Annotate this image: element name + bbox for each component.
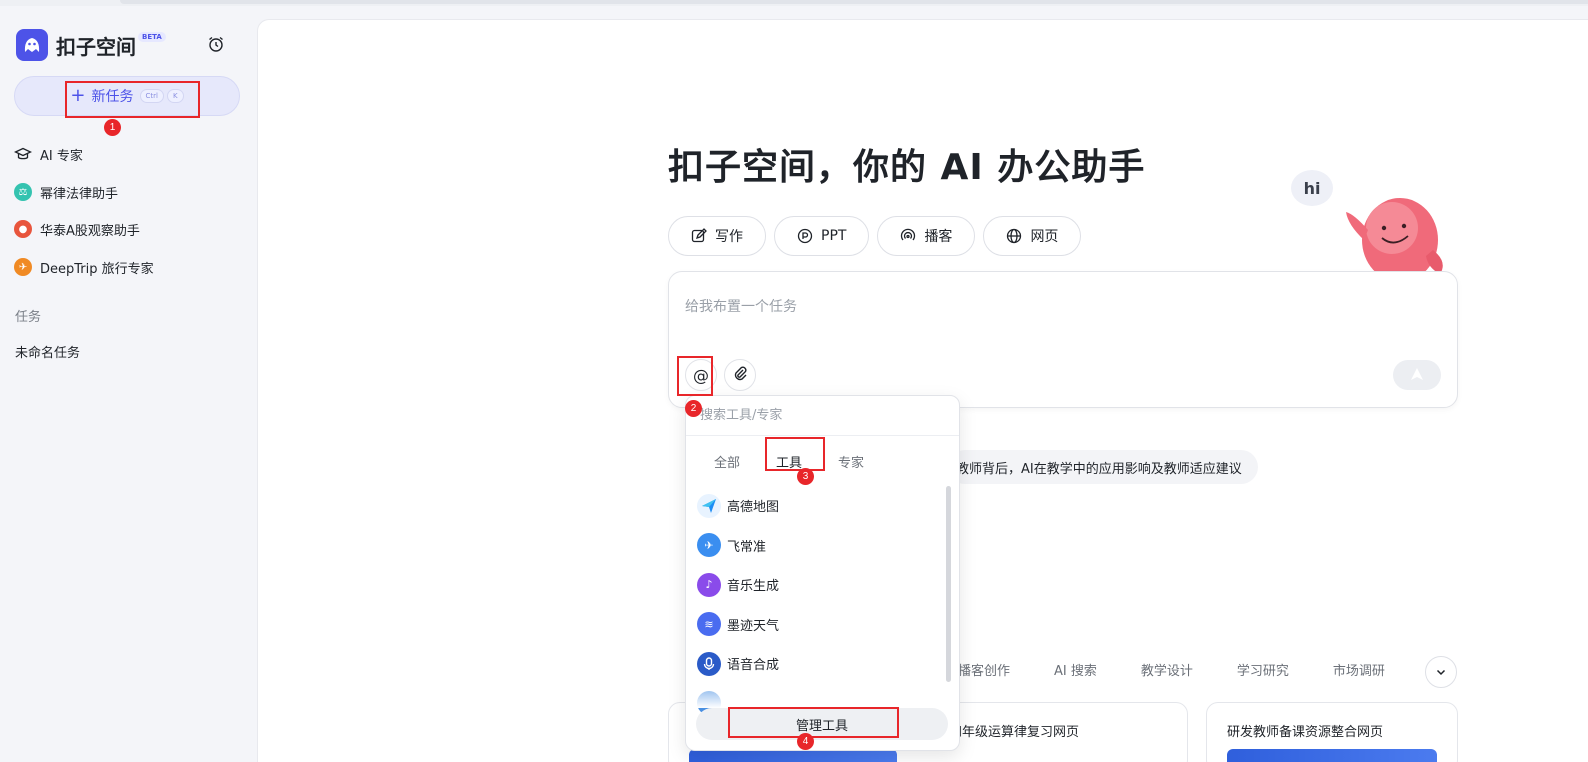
send-button[interactable] [1393, 360, 1441, 390]
chevron-down-icon [1435, 663, 1447, 682]
sidebar-item-label: 华泰A股观察助手 [40, 223, 140, 239]
write-icon [691, 228, 707, 244]
annotation-number-2: 2 [685, 400, 702, 417]
expand-categories-button[interactable] [1425, 656, 1457, 688]
legal-assistant-icon: ⚖ [14, 183, 32, 201]
annotation-box-2 [677, 356, 713, 396]
annotation-number-4: 4 [797, 733, 814, 750]
sidebar-item-legal-assistant[interactable]: ⚖ 幂律法律助手 [14, 180, 118, 204]
globe-icon [1006, 228, 1022, 244]
task-item-untitled[interactable]: 未命名任务 [15, 342, 80, 361]
example-card-2[interactable]: 研发教师备课资源整合网页 [1206, 702, 1458, 762]
dropdown-scrollbar[interactable] [946, 486, 951, 682]
podcast-icon [900, 228, 916, 244]
mascot-greeting-bubble: hi [1291, 170, 1333, 206]
annotation-box-3 [765, 437, 825, 471]
alarm-clock-icon[interactable] [206, 34, 226, 54]
stock-assistant-icon: ● [14, 220, 32, 238]
task-input-box[interactable]: 给我布置一个任务 @ [668, 271, 1458, 408]
category-tab-market-research[interactable]: 市场调研 [1333, 660, 1385, 679]
tool-label: 语音合成 [727, 658, 780, 674]
mode-buttons: 写作 PPT 播客 网页 [668, 216, 1089, 256]
tasks-section-label: 任务 [15, 310, 42, 325]
sidebar [0, 6, 256, 762]
paperclip-icon [732, 365, 748, 385]
category-tab-ai-search[interactable]: AI 搜索 [1054, 660, 1097, 679]
sidebar-item-travel-expert[interactable]: ✈ DeepTrip 旅行专家 [14, 255, 154, 279]
travel-expert-icon: ✈ [14, 258, 32, 276]
dropdown-search [686, 396, 959, 436]
beta-badge: BETA [138, 32, 166, 42]
microphone-icon [697, 651, 721, 676]
graduation-cap-icon [14, 145, 32, 163]
tool-item-tts[interactable]: 语音合成 [686, 644, 948, 684]
logo-text: 扣子空间 [56, 34, 136, 59]
flight-icon: ✈ [697, 533, 721, 558]
sidebar-item-label: 幂律法律助手 [40, 186, 119, 202]
tool-label: 高德地图 [727, 500, 780, 516]
category-tab-teaching-design[interactable]: 教学设计 [1141, 660, 1193, 679]
tool-label: 墨迹天气 [727, 618, 780, 634]
annotation-number-3: 3 [797, 468, 814, 485]
tool-label: 飞常准 [727, 539, 767, 555]
page-title: 扣子空间，你的 AI 办公助手 [668, 147, 1146, 188]
ppt-icon [797, 228, 813, 244]
sidebar-item-ai-expert[interactable]: AI 专家 [14, 142, 83, 166]
tool-item-music[interactable]: ♪ 音乐生成 [686, 565, 948, 605]
mode-label: 写作 [715, 229, 743, 245]
logo-mascot-icon [16, 29, 48, 61]
category-tabs: 播客创作 AI 搜索 教学设计 学习研究 市场调研 [958, 660, 1429, 679]
annotation-box-1 [65, 81, 200, 118]
tool-item-weather[interactable]: ≋ 墨迹天气 [686, 605, 948, 645]
card-thumbnail [1227, 749, 1437, 762]
suggestion-chip[interactable]: 教师背后，AI在教学中的应用影响及教师适应建议 [948, 450, 1258, 484]
sidebar-item-label: DeepTrip 旅行专家 [40, 261, 154, 277]
sidebar-item-label: AI 专家 [40, 148, 83, 164]
music-icon: ♪ [697, 572, 721, 597]
mode-ppt-button[interactable]: PPT [774, 216, 870, 256]
mode-webpage-button[interactable]: 网页 [983, 216, 1082, 256]
task-input-placeholder[interactable]: 给我布置一个任务 [685, 296, 797, 316]
mode-label: 播客 [924, 229, 953, 245]
logo[interactable]: 扣子空间 BETA [16, 28, 166, 62]
sidebar-item-stock-assistant[interactable]: ● 华泰A股观察助手 [14, 217, 140, 241]
category-tab-study-research[interactable]: 学习研究 [1237, 660, 1289, 679]
tool-search-input[interactable] [700, 396, 950, 434]
list-fade [686, 682, 948, 708]
tab-all[interactable]: 全部 [714, 452, 740, 471]
mode-write-button[interactable]: 写作 [668, 216, 766, 256]
tab-experts[interactable]: 专家 [838, 452, 864, 471]
card-title: 四年级运算律复习网页 [949, 725, 1080, 740]
category-tab-podcast[interactable]: 播客创作 [958, 660, 1010, 679]
annotation-box-4 [728, 707, 899, 738]
mode-podcast-button[interactable]: 播客 [877, 216, 976, 256]
tool-label: 音乐生成 [727, 579, 780, 595]
annotation-number-1: 1 [104, 119, 121, 136]
amap-icon [697, 493, 721, 518]
card-title: 研发教师备课资源整合网页 [1227, 725, 1384, 740]
send-arrow-icon [1410, 366, 1424, 385]
attach-button[interactable] [724, 359, 756, 391]
tool-item-amap[interactable]: 高德地图 [686, 486, 948, 526]
suggestion-text: 教师背后，AI在教学中的应用影响及教师适应建议 [956, 461, 1242, 477]
mode-label: 网页 [1030, 229, 1059, 245]
weather-icon: ≋ [697, 612, 721, 637]
browser-bar [120, 0, 1588, 4]
mode-label: PPT [821, 228, 847, 244]
tool-item-flight[interactable]: ✈ 飞常准 [686, 526, 948, 566]
